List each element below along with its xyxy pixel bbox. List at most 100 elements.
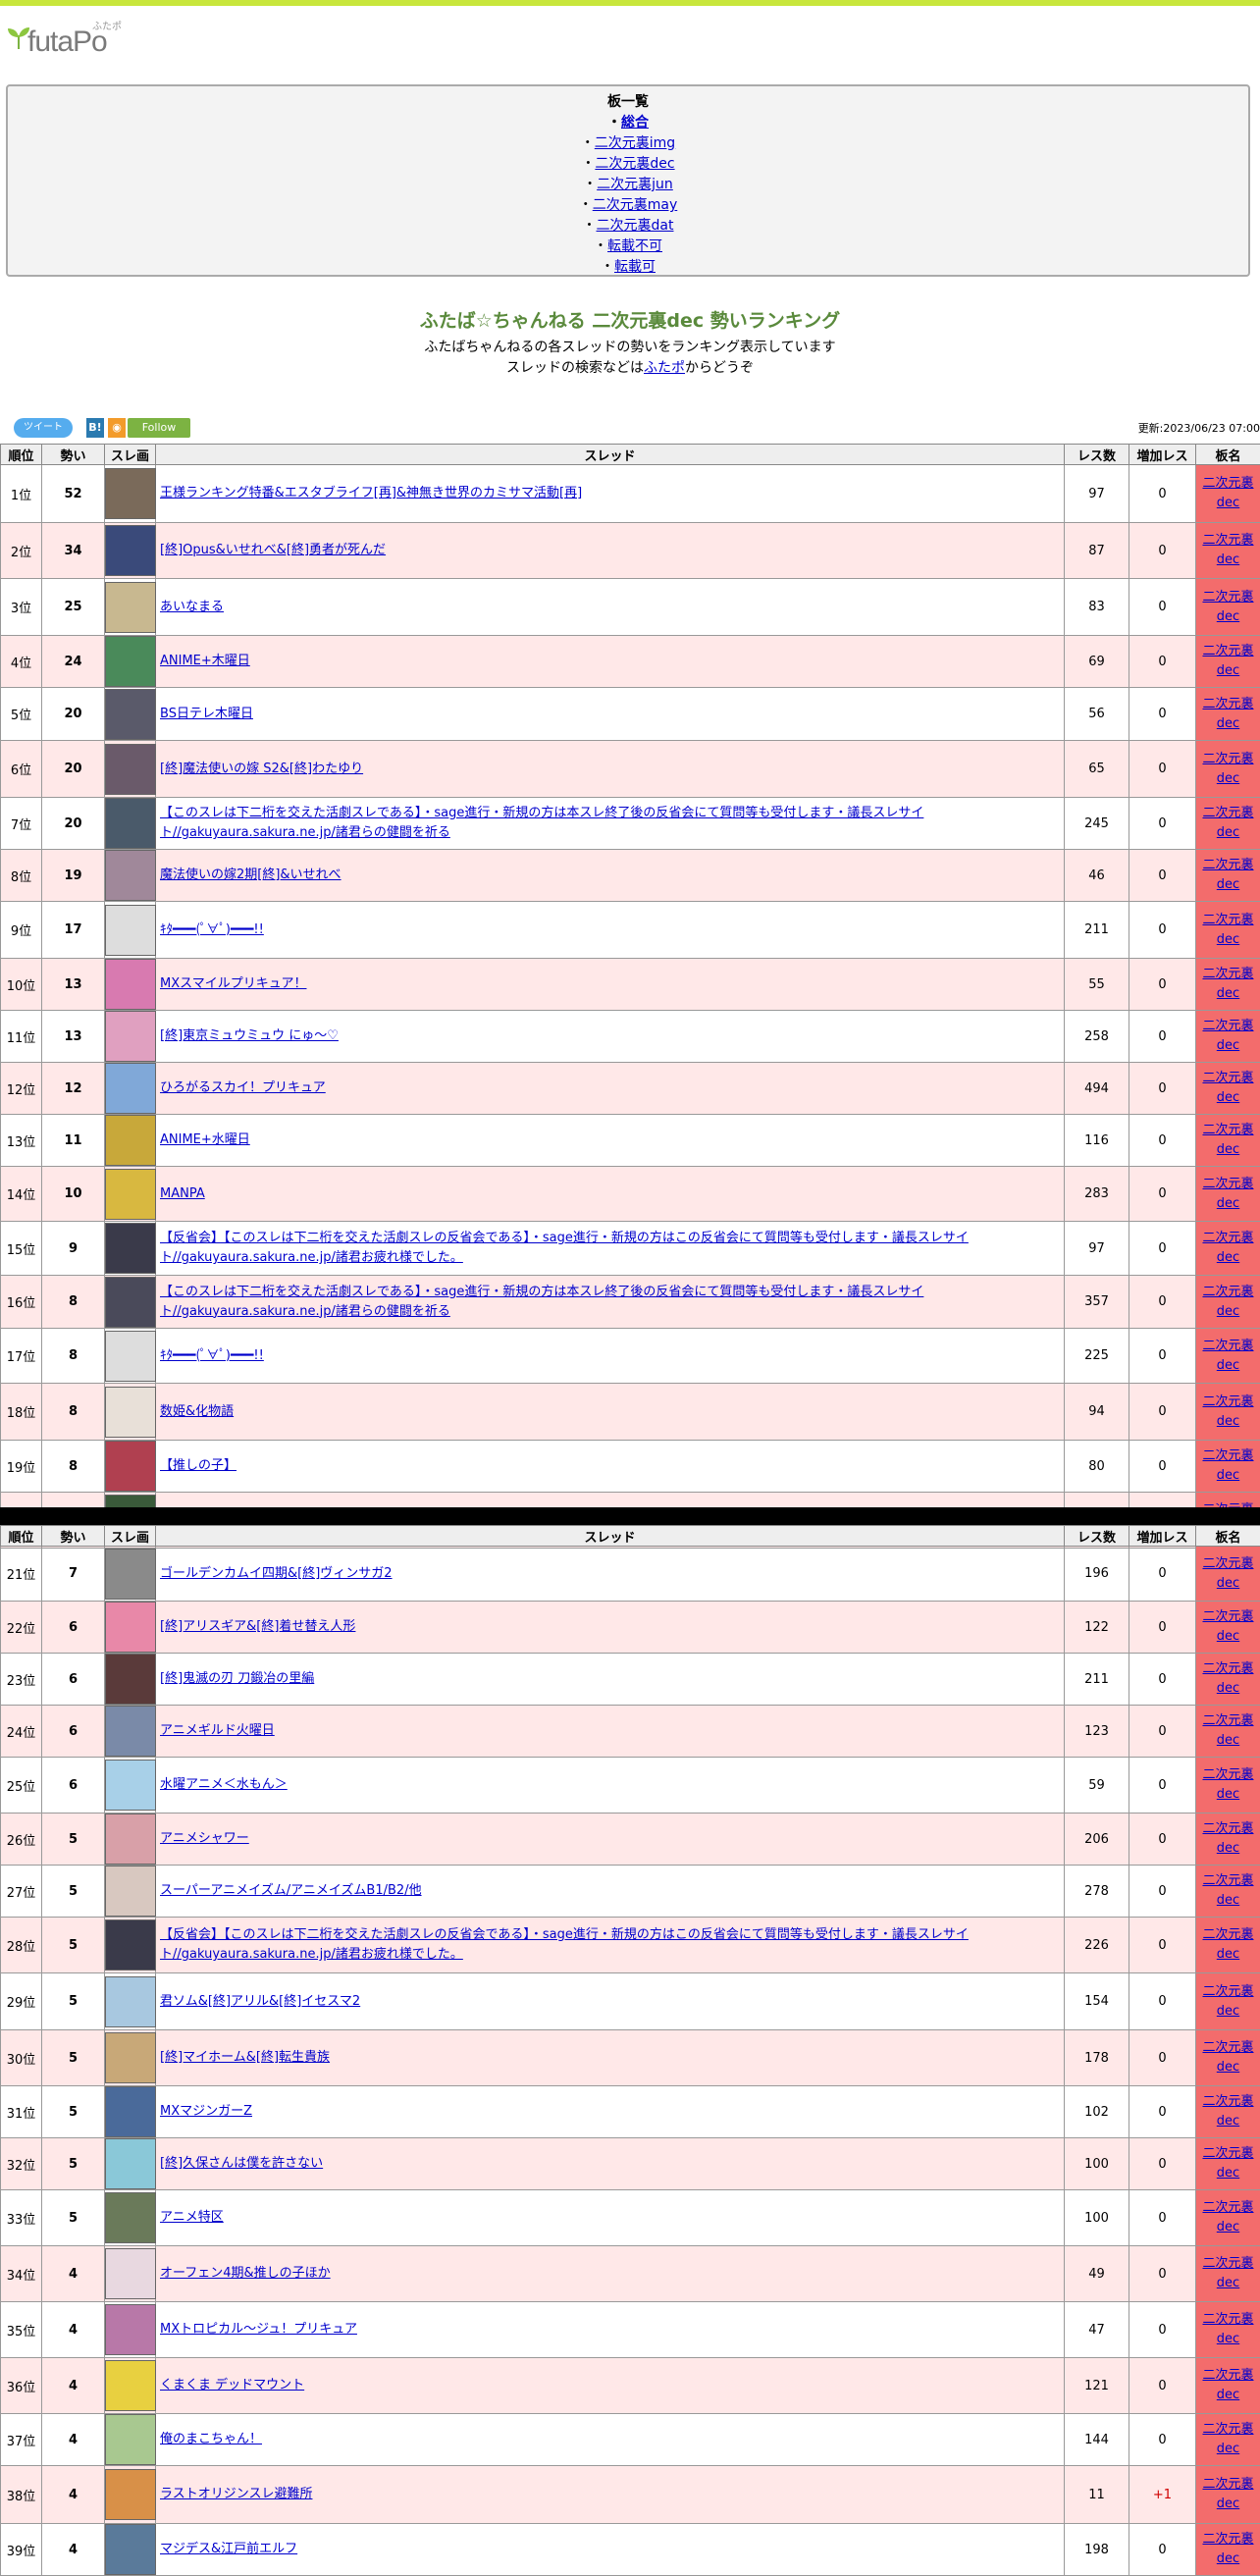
thread-thumbnail[interactable] xyxy=(105,2469,156,2520)
board-name-link[interactable]: 二次元裏dec xyxy=(1202,1609,1253,1644)
thread-link[interactable]: マジデス&江戸前エルフ xyxy=(160,2542,297,2556)
thumbnail-cell[interactable] xyxy=(105,1063,156,1115)
board-name-link[interactable]: 二次元裏dec xyxy=(1202,1285,1253,1319)
thread-link[interactable]: あいなまる xyxy=(160,600,224,614)
board-name-link[interactable]: 二次元裏dec xyxy=(1202,913,1253,947)
thread-thumbnail[interactable] xyxy=(105,1814,156,1865)
thread-thumbnail[interactable] xyxy=(105,2032,156,2083)
board-link-may[interactable]: 二次元裏may xyxy=(593,197,678,213)
board-name-link[interactable]: 二次元裏dec xyxy=(1202,2312,1253,2346)
thread-link[interactable]: MXスマイルプリキュア！ xyxy=(160,976,306,991)
board-name-link[interactable]: 二次元裏dec xyxy=(1202,2532,1253,2566)
thread-link[interactable]: 水曜アニメ＜水もん＞ xyxy=(160,1777,288,1792)
thread-link[interactable]: [終]魔法使いの嫁 S2&[終]わたゆり xyxy=(160,762,363,776)
board-link-dec[interactable]: 二次元裏dec xyxy=(595,156,674,172)
thumbnail-cell[interactable] xyxy=(105,1814,156,1866)
thumbnail-cell[interactable] xyxy=(105,688,156,741)
thumbnail-cell[interactable] xyxy=(105,798,156,850)
thread-thumbnail[interactable] xyxy=(105,582,156,633)
board-link-img[interactable]: 二次元裏img xyxy=(595,135,675,151)
thumbnail-cell[interactable] xyxy=(105,2358,156,2414)
board-name-link[interactable]: 二次元裏dec xyxy=(1202,533,1253,567)
board-name-link[interactable]: 二次元裏dec xyxy=(1202,1661,1253,1696)
board-name-link[interactable]: 二次元裏dec xyxy=(1202,590,1253,624)
thread-link[interactable]: ANIME+木曜日 xyxy=(160,654,250,668)
board-name-link[interactable]: 二次元裏dec xyxy=(1202,1556,1253,1591)
thread-link[interactable]: アニメギルド火曜日 xyxy=(160,1723,275,1738)
thumbnail-cell[interactable] xyxy=(105,1115,156,1167)
board-name-link[interactable]: 二次元裏dec xyxy=(1202,2146,1253,2181)
thumbnail-cell[interactable] xyxy=(105,1276,156,1329)
thread-thumbnail[interactable] xyxy=(105,636,156,687)
thread-link[interactable]: [終]鬼滅の刃 刀鍛冶の里編 xyxy=(160,1671,314,1686)
thumbnail-cell[interactable] xyxy=(105,2138,156,2190)
thumbnail-cell[interactable] xyxy=(105,1918,156,1973)
thumbnail-cell[interactable] xyxy=(105,850,156,902)
board-name-link[interactable]: 二次元裏dec xyxy=(1202,2040,1253,2075)
thread-link[interactable]: アニメ特区 xyxy=(160,2210,224,2225)
board-name-link[interactable]: 二次元裏dec xyxy=(1202,1177,1253,1211)
thread-link[interactable]: ANIME+水曜日 xyxy=(160,1132,250,1147)
board-link-sougou[interactable]: 総合 xyxy=(621,115,649,131)
thumbnail-cell[interactable] xyxy=(105,579,156,636)
thread-link[interactable]: MANPA xyxy=(160,1186,205,1201)
board-name-link[interactable]: 二次元裏dec xyxy=(1202,1231,1253,1265)
thread-thumbnail[interactable] xyxy=(105,2304,156,2355)
board-name-link[interactable]: 二次元裏dec xyxy=(1202,806,1253,840)
thread-link[interactable]: スーパーアニメイズム/アニメイズムB1/B2/他 xyxy=(160,1883,422,1898)
board-name-link[interactable]: 二次元裏dec xyxy=(1202,697,1253,731)
board-name-link[interactable]: 二次元裏dec xyxy=(1202,2256,1253,2290)
thread-link[interactable]: 【反省会】【このスレは下二桁を交えた活劇スレの反省会である】・sage進行・新規… xyxy=(160,1927,969,1962)
thumbnail-cell[interactable] xyxy=(105,1222,156,1276)
hatena-bookmark-button[interactable]: B! xyxy=(86,418,104,438)
feedly-follow-button[interactable]: Follow xyxy=(128,418,190,438)
thumbnail-cell[interactable] xyxy=(105,959,156,1011)
thread-link[interactable]: 数姫&化物語 xyxy=(160,1404,234,1419)
thread-thumbnail[interactable] xyxy=(105,1331,156,1382)
thread-thumbnail[interactable] xyxy=(105,1387,156,1438)
board-name-link[interactable]: 二次元裏dec xyxy=(1202,752,1253,786)
thread-thumbnail[interactable] xyxy=(105,1919,156,1971)
thread-thumbnail[interactable] xyxy=(105,1441,156,1492)
thumbnail-cell[interactable] xyxy=(105,1441,156,1493)
board-name-link[interactable]: 二次元裏dec xyxy=(1202,2422,1253,2456)
board-name-link[interactable]: 二次元裏dec xyxy=(1202,1394,1253,1429)
thread-link[interactable]: MXマジンガーZ xyxy=(160,2104,252,2119)
board-name-link[interactable]: 二次元裏dec xyxy=(1202,967,1253,1001)
board-name-link[interactable]: 二次元裏dec xyxy=(1202,1713,1253,1748)
thread-thumbnail[interactable] xyxy=(105,2192,156,2243)
thread-link[interactable]: 君ソム&[終]アリル&[終]イセスマ2 xyxy=(160,1994,360,2009)
thread-thumbnail[interactable] xyxy=(105,905,156,956)
thread-thumbnail[interactable] xyxy=(105,1866,156,1917)
board-link-tensai-fuka[interactable]: 転載不可 xyxy=(607,238,662,254)
thread-thumbnail[interactable] xyxy=(105,1063,156,1114)
thumbnail-cell[interactable] xyxy=(105,902,156,959)
futapo-link[interactable]: ふたポ xyxy=(644,360,685,376)
board-name-link[interactable]: 二次元裏dec xyxy=(1202,1071,1253,1105)
rss-icon[interactable]: ◉ xyxy=(108,418,126,438)
thumbnail-cell[interactable] xyxy=(105,465,156,523)
thumbnail-cell[interactable] xyxy=(105,2524,156,2576)
thread-thumbnail[interactable] xyxy=(105,959,156,1010)
thumbnail-cell[interactable] xyxy=(105,1329,156,1384)
thumbnail-cell[interactable] xyxy=(105,1706,156,1758)
thread-thumbnail[interactable] xyxy=(105,525,156,576)
thread-thumbnail[interactable] xyxy=(105,1223,156,1274)
board-name-link[interactable]: 二次元裏dec xyxy=(1202,2368,1253,2402)
thread-link[interactable]: [終]アリスギア&[終]着せ替え人形 xyxy=(160,1619,355,1634)
thread-thumbnail[interactable] xyxy=(105,1654,156,1705)
thread-thumbnail[interactable] xyxy=(105,1115,156,1166)
thread-link[interactable]: 【このスレは下二桁を交えた活劇スレである】・sage進行・新規の方は本スレ終了後… xyxy=(160,806,923,840)
board-name-link[interactable]: 二次元裏dec xyxy=(1202,1123,1253,1157)
thread-thumbnail[interactable] xyxy=(105,2138,156,2189)
thumbnail-cell[interactable] xyxy=(105,2030,156,2086)
board-name-link[interactable]: 二次元裏dec xyxy=(1202,1019,1253,1053)
thread-link[interactable]: くまくま デッドマウント xyxy=(160,2378,304,2392)
thread-thumbnail[interactable] xyxy=(105,1169,156,1220)
thread-thumbnail[interactable] xyxy=(105,2086,156,2137)
thread-link[interactable]: 俺のまこちゃん！ xyxy=(160,2432,262,2446)
board-name-link[interactable]: 二次元裏dec xyxy=(1202,1767,1253,1802)
tweet-button[interactable]: ツイート xyxy=(14,418,73,438)
thread-link[interactable]: ｷﾀ━━━(ﾟ∀ﾟ)━━━!! xyxy=(160,1348,264,1363)
thumbnail-cell[interactable] xyxy=(105,1654,156,1706)
